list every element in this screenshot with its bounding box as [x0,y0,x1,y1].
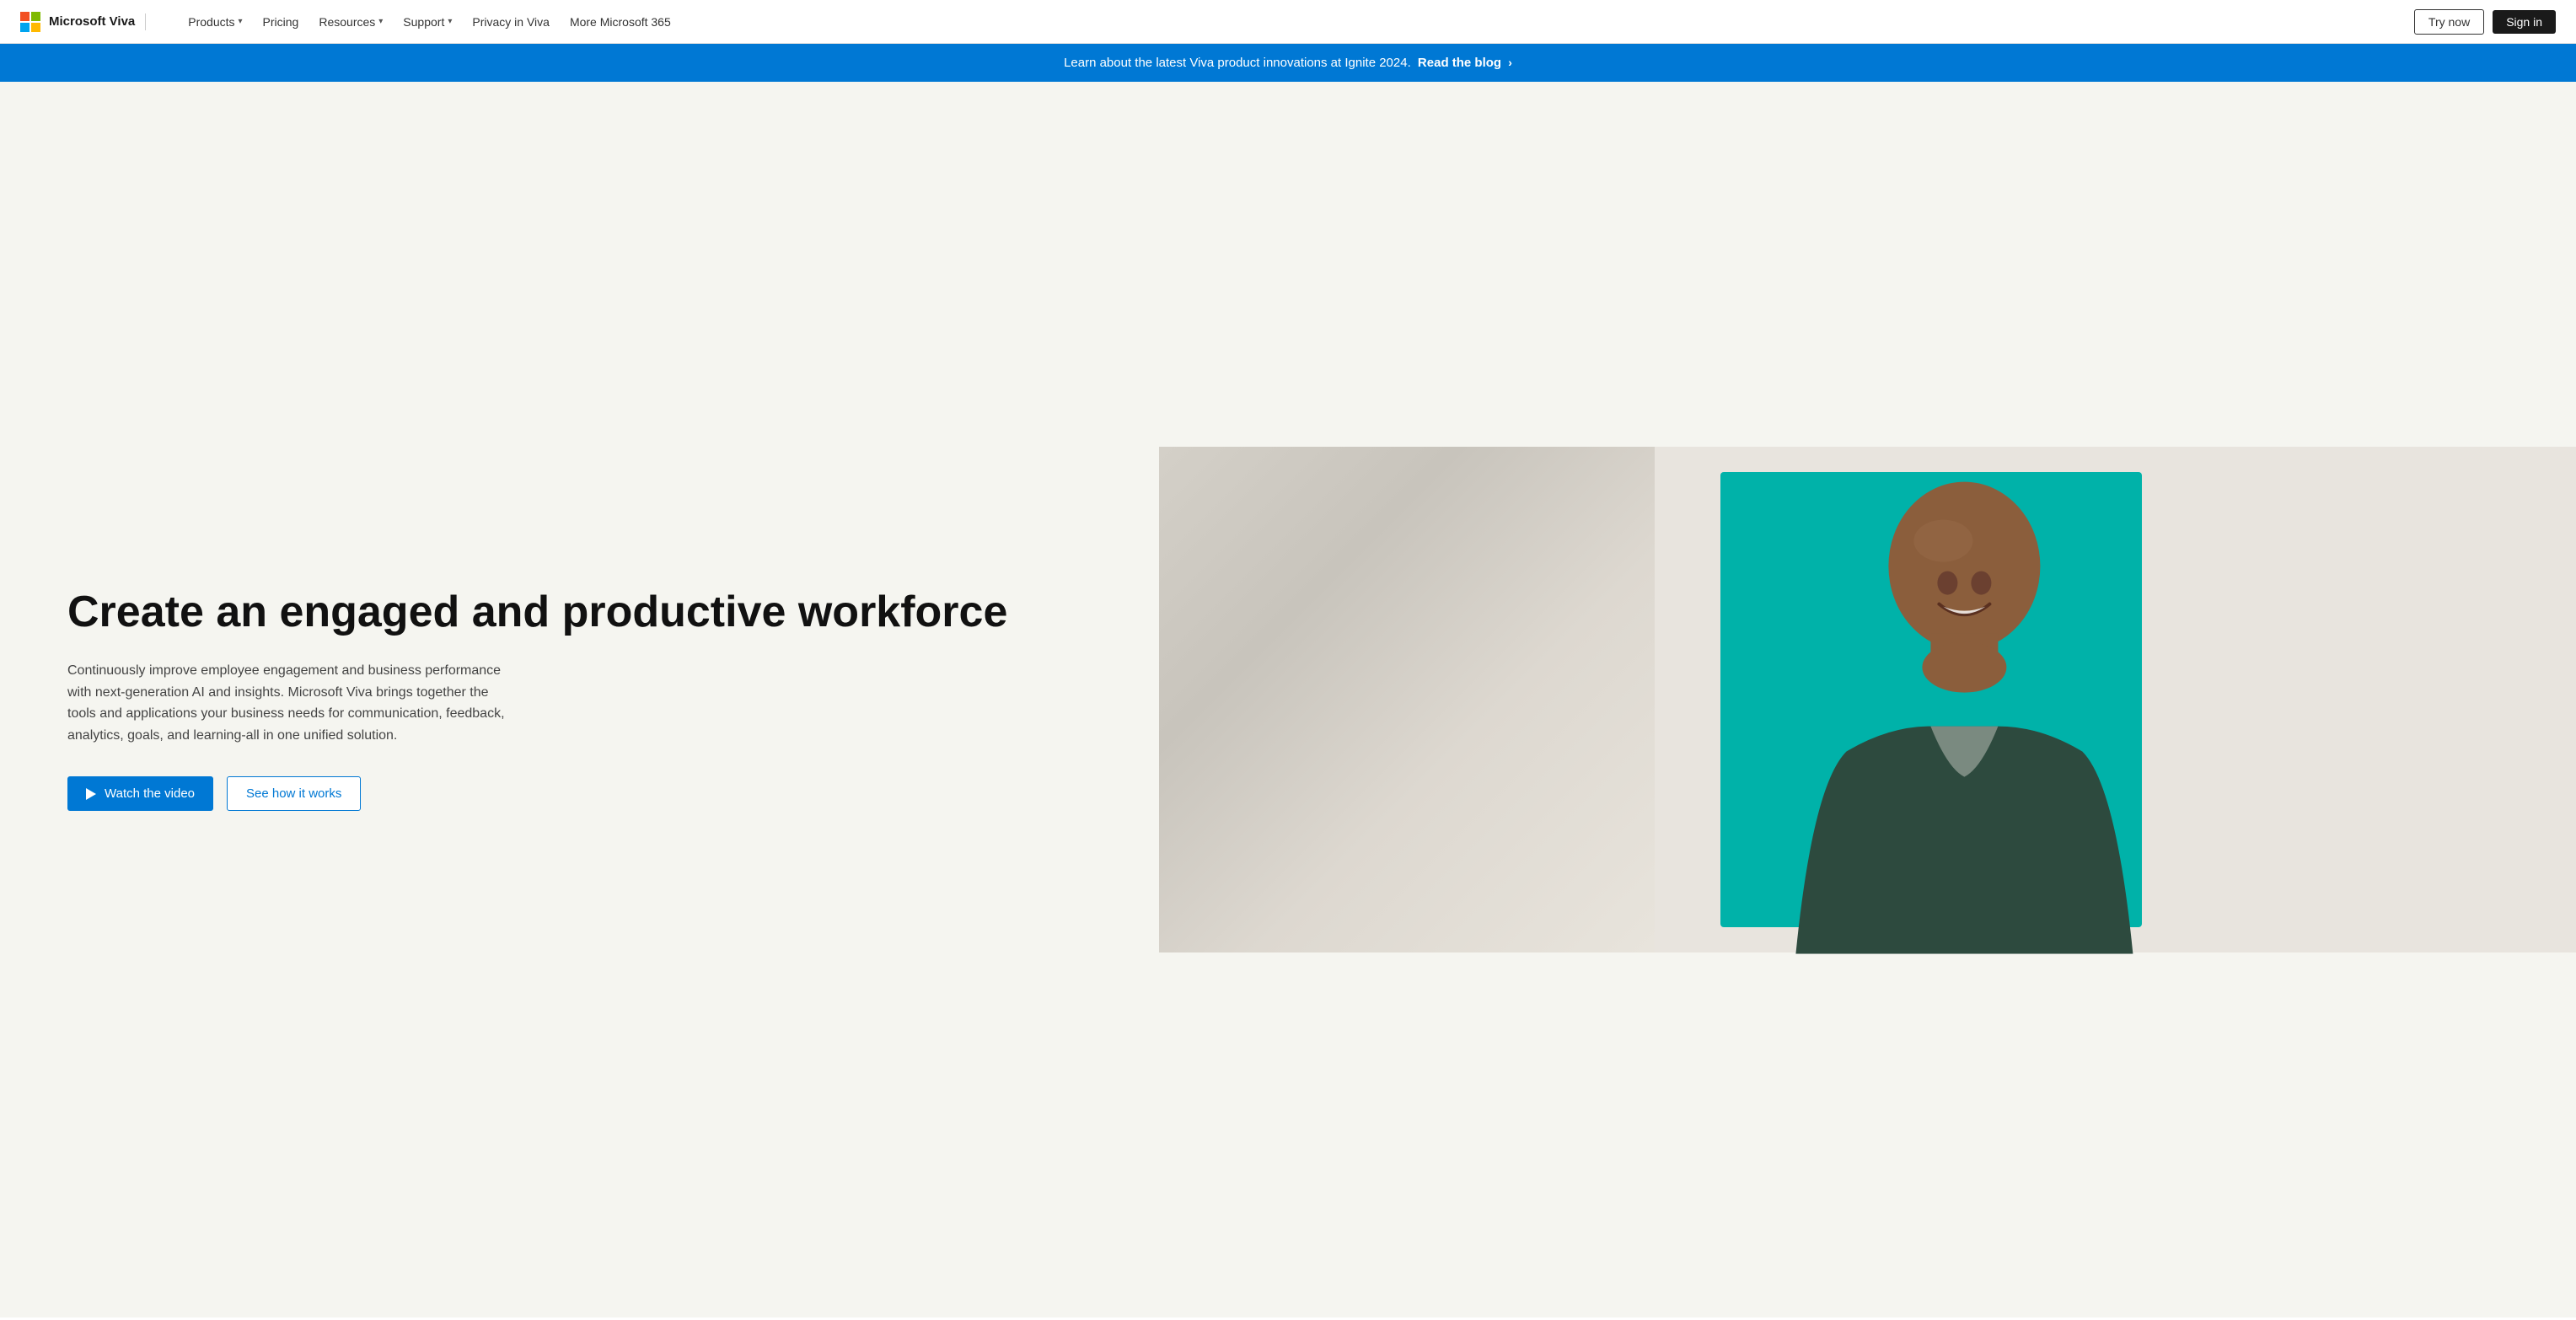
microsoft-logo-link[interactable]: Microsoft Viva [20,12,135,32]
nav-more-365[interactable]: More Microsoft 365 [561,10,679,34]
hero-image-area [1159,447,2576,952]
nav-support[interactable]: Support ▾ [394,10,460,34]
hero-section: Create an engaged and productive workfor… [0,82,2576,1317]
see-how-button[interactable]: See how it works [227,776,361,811]
resources-chevron-icon: ▾ [378,17,383,26]
hero-content: Create an engaged and productive workfor… [0,521,1159,879]
logo-sq-yellow [31,23,40,32]
microsoft-logo [20,12,40,32]
products-chevron-icon: ▾ [239,17,243,26]
play-icon [86,788,98,800]
person-svg [1745,465,2183,954]
support-chevron-icon: ▾ [448,17,452,26]
banner-text: Learn about the latest Viva product inno… [1064,56,1411,70]
announcement-banner: Learn about the latest Viva product inno… [0,44,2576,82]
navbar-actions: Try now Sign in [2414,9,2556,35]
hero-title: Create an engaged and productive workfor… [67,588,1108,636]
curtain-drape [1159,447,1655,952]
main-nav: Products ▾ Pricing Resources ▾ Support ▾… [180,10,2414,34]
sign-in-button[interactable]: Sign in [2493,10,2556,34]
navbar-separator [145,13,146,30]
try-now-button[interactable]: Try now [2414,9,2484,35]
nav-resources[interactable]: Resources ▾ [310,10,391,34]
hero-description: Continuously improve employee engagement… [67,660,506,746]
hero-person-image [1745,465,2183,954]
logo-sq-green [31,12,40,21]
nav-privacy[interactable]: Privacy in Viva [464,10,558,34]
microsoft-label: Microsoft Viva [49,14,135,29]
banner-link[interactable]: Read the blog › [1418,56,1512,70]
watch-video-button[interactable]: Watch the video [67,776,213,811]
navbar: Microsoft Viva Products ▾ Pricing Resour… [0,0,2576,44]
logo-sq-blue [20,23,30,32]
banner-chevron-icon: › [1508,56,1512,69]
hero-buttons: Watch the video See how it works [67,776,1108,811]
logo-sq-red [20,12,30,21]
nav-products[interactable]: Products ▾ [180,10,250,34]
nav-pricing[interactable]: Pricing [255,10,308,34]
